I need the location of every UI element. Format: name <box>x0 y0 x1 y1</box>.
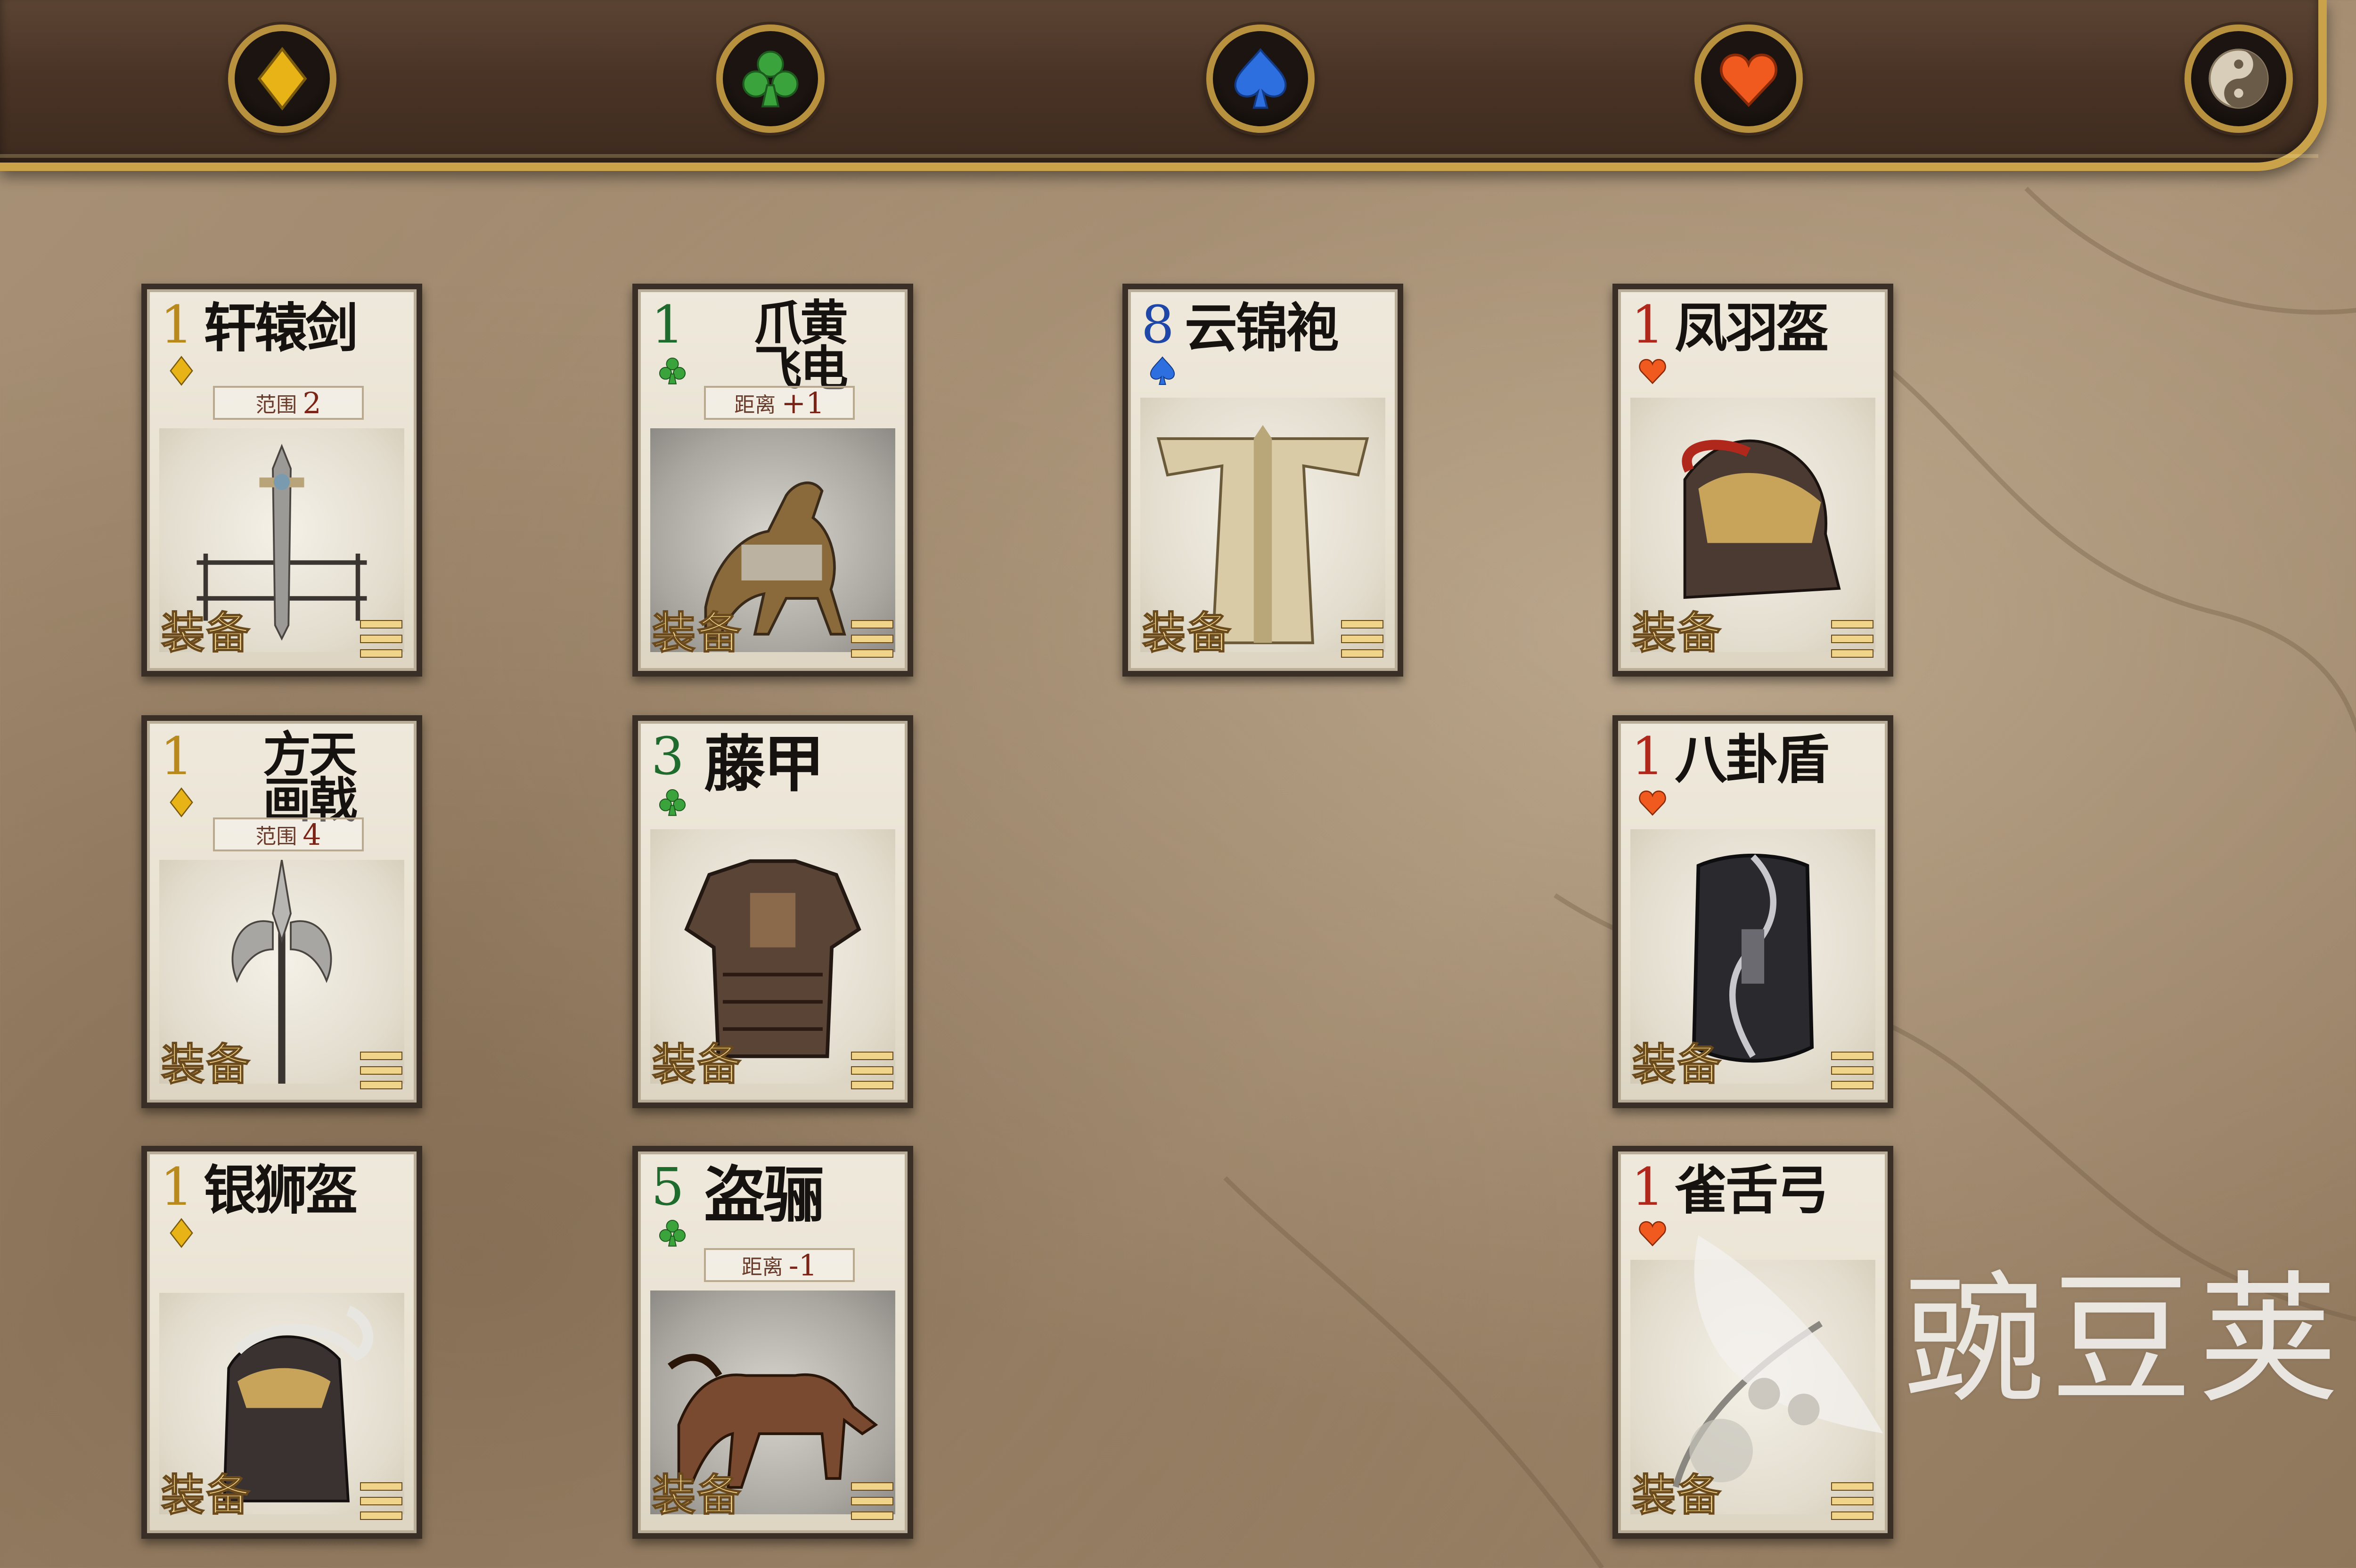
card-title-line2: 飞电 <box>754 340 848 397</box>
card-title-line1: 方天 <box>263 727 357 783</box>
club-icon <box>659 1219 686 1247</box>
card-type-tag: 装备 <box>1142 607 1233 659</box>
diamond-icon <box>170 1218 193 1248</box>
card-type-tag: 装备 <box>652 1038 743 1090</box>
equipment-bars-icon <box>360 1052 402 1089</box>
equipment-bars-icon <box>1831 1482 1873 1520</box>
card-type-tag: 装备 <box>161 1469 252 1521</box>
filter-heart-button[interactable] <box>1694 24 1803 133</box>
card-number: 1 <box>651 294 684 355</box>
card-type-tag: 装备 <box>652 1469 743 1521</box>
stat-label: 范围 <box>255 825 297 849</box>
card-stat: 距离 +1 <box>704 386 855 420</box>
card-title: 银狮盔 <box>204 1160 358 1221</box>
card-number: 1 <box>160 294 193 355</box>
watermark-logo-icon <box>1694 1235 1883 1433</box>
card-title: 八卦盾 <box>1675 729 1829 791</box>
filter-club-button[interactable] <box>716 24 825 133</box>
card-yunjin-robe[interactable]: 8 云锦袍 装备 <box>1122 284 1403 677</box>
card-stat: 范围 4 <box>213 817 364 852</box>
card-daoli-horse[interactable]: 5 盗骊 距离 -1 装备 <box>632 1146 913 1539</box>
card-type-tag: 装备 <box>1632 1469 1723 1521</box>
card-number: 1 <box>160 1157 193 1217</box>
equipment-bars-icon <box>851 620 893 658</box>
card-number: 3 <box>651 726 684 786</box>
card-title: 云锦袍 <box>1185 297 1339 359</box>
filter-spade-button[interactable] <box>1206 24 1315 133</box>
spade-icon <box>1150 356 1175 385</box>
equipment-bars-icon <box>851 1052 893 1089</box>
card-xuanyuan-sword[interactable]: 1 轩辕剑 范围 2 装备 <box>141 284 422 677</box>
card-title-line1: 爪黄 <box>754 295 848 351</box>
card-type-tag: 装备 <box>1632 1038 1723 1090</box>
heart-icon <box>1719 53 1778 107</box>
card-title: 爪黄 飞电 <box>699 295 901 397</box>
card-number: 1 <box>1631 726 1664 786</box>
watermark: 豌豆荚 <box>1659 1196 2345 1460</box>
card-title: 藤甲 <box>704 728 825 800</box>
stat-label: 范围 <box>255 393 297 417</box>
card-title-line2: 画戟 <box>263 772 357 829</box>
equipment-bars-icon <box>1831 1052 1873 1089</box>
stat-value: -1 <box>788 1248 818 1282</box>
card-title: 凤羽盔 <box>1675 297 1829 359</box>
card-type-tag: 装备 <box>1632 607 1723 659</box>
card-tengjia-armor[interactable]: 3 藤甲 装备 <box>632 715 913 1108</box>
card-title: 轩辕剑 <box>204 297 358 359</box>
stat-value: 2 <box>303 385 321 420</box>
card-number: 5 <box>651 1157 684 1217</box>
club-icon <box>659 357 686 384</box>
club-icon <box>742 50 799 107</box>
equipment-bars-icon <box>851 1482 893 1520</box>
stat-value: +1 <box>781 385 825 420</box>
equipment-bars-icon <box>1341 620 1383 658</box>
stat-label: 距离 <box>741 1255 783 1279</box>
yin-yang-icon <box>2209 49 2269 109</box>
card-fangtian-halberd[interactable]: 1 方天 画戟 范围 4 装备 <box>141 715 422 1108</box>
card-title: 盗骊 <box>704 1159 825 1231</box>
card-fengyu-helmet[interactable]: 1 凤羽盔 装备 <box>1612 284 1893 677</box>
card-number: 8 <box>1141 294 1174 355</box>
card-number: 1 <box>160 726 193 786</box>
diamond-icon <box>257 47 307 111</box>
spade-icon <box>1234 48 1287 109</box>
card-type-tag: 装备 <box>652 607 743 659</box>
card-stat: 范围 2 <box>213 386 364 420</box>
equipment-bars-icon <box>360 1482 402 1520</box>
card-stat: 距离 -1 <box>704 1248 855 1282</box>
stat-label: 距离 <box>734 393 776 417</box>
watermark-text: 豌豆荚 <box>1904 1258 2345 1422</box>
card-number: 1 <box>1631 294 1664 355</box>
suit-filter-bar <box>0 0 2327 171</box>
stat-value: 4 <box>303 817 321 852</box>
diamond-icon <box>170 787 193 817</box>
card-title: 方天 画戟 <box>208 727 410 829</box>
filter-diamond-button[interactable] <box>228 24 336 133</box>
filter-all-button[interactable] <box>2184 24 2293 133</box>
card-yinshi-helmet[interactable]: 1 银狮盔 装备 <box>141 1146 422 1539</box>
card-zhuahuang-feidian[interactable]: 1 爪黄 飞电 距离 +1 装备 <box>632 284 913 677</box>
club-icon <box>659 789 686 816</box>
card-bagua-shield[interactable]: 1 八卦盾 装备 <box>1612 715 1893 1108</box>
heart-icon <box>1639 359 1666 384</box>
heart-icon <box>1639 790 1666 816</box>
card-type-tag: 装备 <box>161 1038 252 1090</box>
card-type-tag: 装备 <box>161 607 252 659</box>
equipment-bars-icon <box>360 620 402 658</box>
diamond-icon <box>170 356 193 386</box>
equipment-bars-icon <box>1831 620 1873 658</box>
